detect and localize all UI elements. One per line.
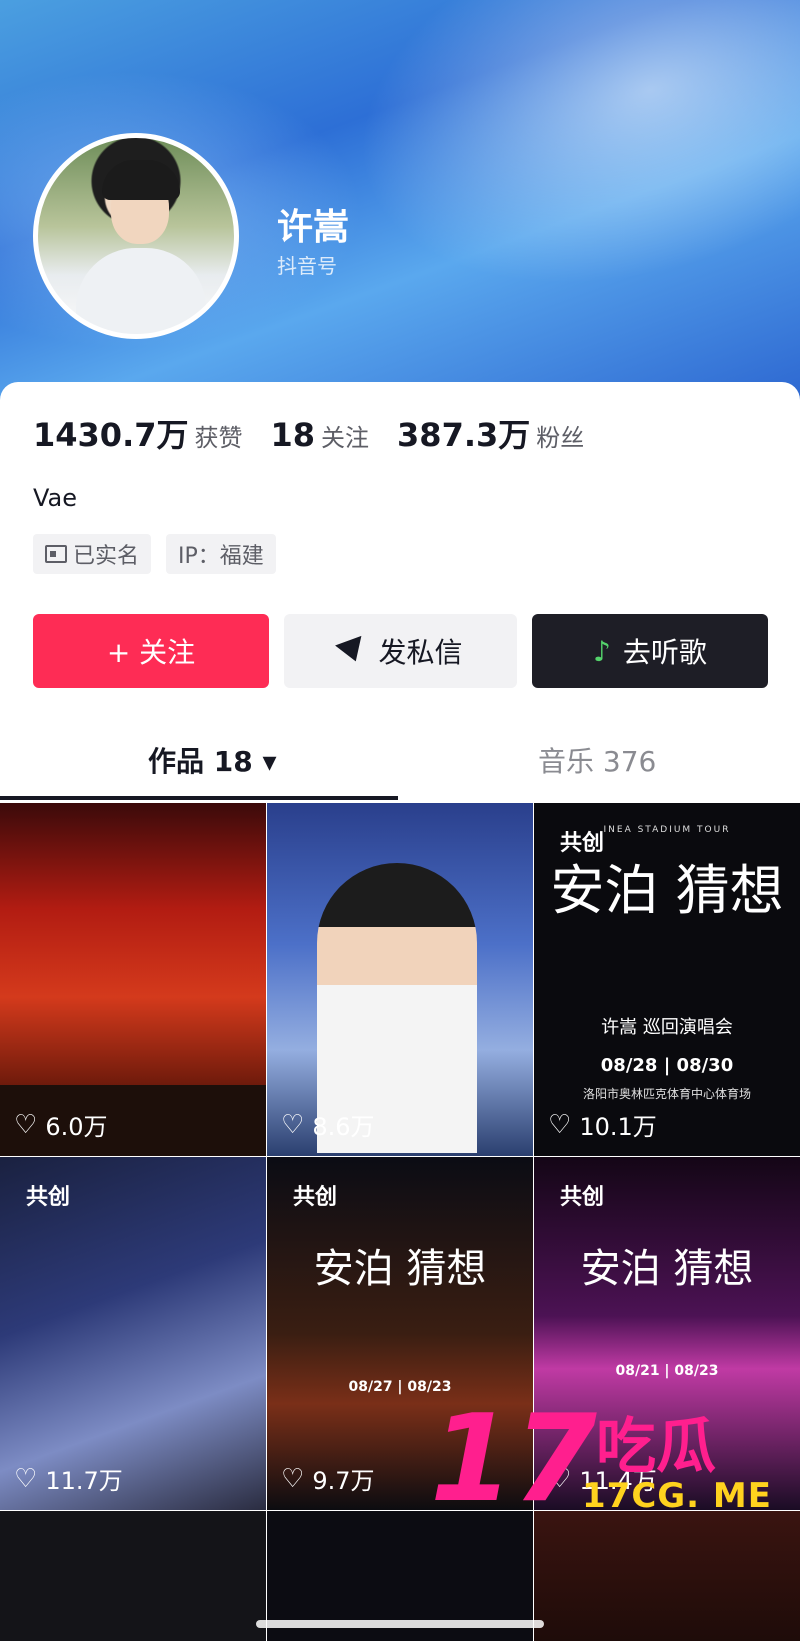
- heart-icon: ♡: [281, 1109, 305, 1140]
- poster-dates: 08/21 | 08/23: [615, 1363, 719, 1379]
- id-card-icon: [45, 545, 67, 563]
- heart-icon: ♡: [281, 1463, 305, 1494]
- verified-badge: 已实名: [33, 534, 152, 574]
- like-count: ♡ 8.6万: [281, 1107, 374, 1142]
- tab-music[interactable]: 音乐 376: [538, 740, 656, 780]
- poster-subtitle: 许嵩 巡回演唱会: [601, 1017, 733, 1038]
- ip-location-badge: IP：福建: [166, 534, 276, 574]
- poster-top-text: INEA STADIUM TOUR: [603, 825, 731, 835]
- bio: Vae: [33, 484, 78, 512]
- like-count-label: 9.7万: [312, 1467, 375, 1495]
- following-count[interactable]: 18: [271, 416, 316, 454]
- watermark-url: 17CG. ME: [582, 1476, 772, 1516]
- likes-count[interactable]: 1430.7万: [33, 410, 189, 456]
- like-count-label: 8.6万: [312, 1113, 375, 1141]
- video-thumbnail[interactable]: 共创 INEA STADIUM TOUR 安泊 猜想 许嵩 巡回演唱会 08/2…: [534, 803, 800, 1156]
- poster-dates: 08/28 | 08/30: [600, 1055, 734, 1076]
- video-thumbnail[interactable]: ♡ 8.6万: [267, 803, 533, 1156]
- heart-icon: ♡: [14, 1109, 38, 1140]
- home-indicator[interactable]: [256, 1620, 544, 1628]
- collab-badge: 共创: [560, 1185, 605, 1210]
- collab-badge: 共创: [26, 1185, 71, 1210]
- video-thumbnail[interactable]: [0, 1511, 266, 1641]
- likes-label: 获赞: [194, 424, 243, 452]
- music-note-icon: ♪: [593, 634, 611, 668]
- avatar[interactable]: [33, 133, 239, 339]
- douyin-id: 抖音号: [277, 254, 337, 278]
- following-label: 关注: [321, 424, 370, 452]
- video-thumbnail[interactable]: 共创 ♡ 11.7万: [0, 1157, 266, 1510]
- like-count: ♡ 11.7万: [14, 1461, 123, 1496]
- video-thumbnail[interactable]: ♡ 6.0万: [0, 803, 266, 1156]
- like-count-label: 11.7万: [45, 1467, 123, 1495]
- followers-label: 粉丝: [536, 424, 585, 452]
- like-count: ♡ 6.0万: [14, 1107, 107, 1142]
- watermark-number: 17: [430, 1390, 597, 1529]
- poster-venue: 洛阳市奥林匹克体育中心体育场: [582, 1087, 751, 1101]
- music-label: 去听歌: [622, 636, 707, 669]
- profile-name: 许嵩: [277, 207, 350, 248]
- video-thumbnail[interactable]: [534, 1511, 800, 1641]
- ip-label: IP：福建: [178, 544, 264, 569]
- message-label: 发私信: [378, 636, 463, 669]
- stats-row: 1430.7万 获赞 18 关注 387.3万 粉丝: [33, 410, 612, 456]
- poster-title: 安泊 猜想: [580, 1246, 754, 1292]
- verified-label: 已实名: [73, 544, 140, 569]
- send-icon: [335, 635, 370, 667]
- poster-title: 安泊 猜想: [313, 1246, 487, 1292]
- heart-icon: ♡: [14, 1463, 38, 1494]
- follow-label: + 关注: [106, 636, 196, 669]
- collab-badge: 共创: [293, 1185, 338, 1210]
- tab-underline: [0, 796, 398, 800]
- poster-title: 安泊 猜想: [550, 859, 784, 922]
- like-count-label: 6.0万: [45, 1113, 108, 1141]
- like-count: ♡ 10.1万: [548, 1107, 657, 1142]
- followers-count[interactable]: 387.3万: [397, 410, 530, 456]
- message-button[interactable]: 发私信: [284, 614, 517, 688]
- watermark-brand: 吃瓜: [596, 1412, 716, 1482]
- heart-icon: ♡: [548, 1109, 572, 1140]
- listen-music-button[interactable]: ♪ 去听歌: [532, 614, 768, 688]
- like-count: ♡ 9.7万: [281, 1461, 374, 1496]
- follow-button[interactable]: + 关注: [33, 614, 269, 688]
- like-count-label: 10.1万: [579, 1113, 657, 1141]
- tab-works[interactable]: 作品 18 ▾: [148, 740, 277, 780]
